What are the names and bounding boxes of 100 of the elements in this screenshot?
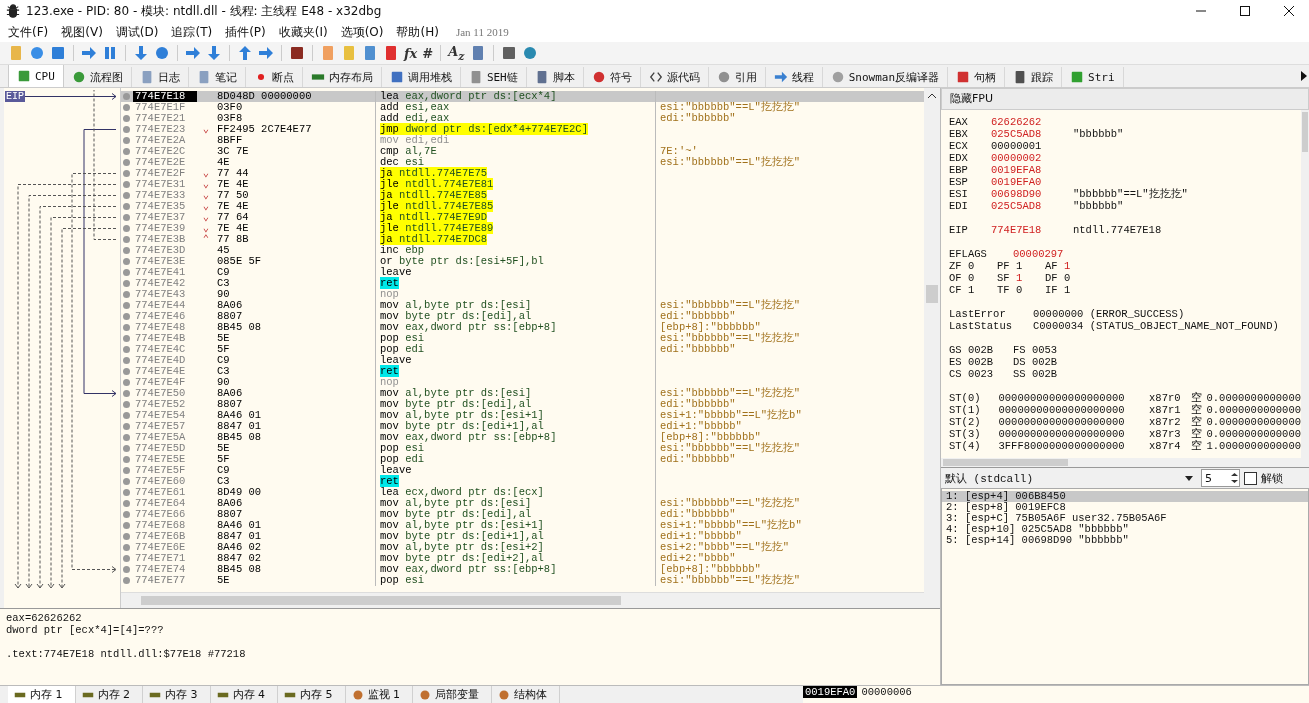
address-cell[interactable]: 774E7E54 (133, 410, 197, 421)
breakpoint-dot-icon[interactable] (123, 93, 130, 100)
scrollbar-thumb[interactable] (943, 459, 1068, 466)
flag-value[interactable]: 1 (1063, 284, 1071, 296)
step-into-icon[interactable] (133, 45, 149, 61)
breakpoint-dot-icon[interactable] (123, 456, 130, 463)
breakpoint-dot-icon[interactable] (123, 412, 130, 419)
stack-address[interactable]: 0019EFA0 (803, 686, 858, 698)
argument-row[interactable]: 4: [esp+10] 025C5AD8 "bbbbbb" (942, 524, 1308, 535)
register-value[interactable]: 00000001 (991, 140, 1073, 152)
register-value[interactable]: 0023 (967, 368, 994, 380)
address-cell[interactable]: 774E7E39 (133, 223, 197, 234)
breakpoint-dot-icon[interactable] (123, 258, 130, 265)
toolbar-button[interactable]: fx (404, 45, 418, 61)
address-cell[interactable]: 774E7E4D (133, 355, 197, 366)
scroll-right-icon[interactable] (1299, 70, 1309, 82)
tab[interactable]: CPU (8, 65, 64, 87)
address-cell[interactable]: 774E7E23 (133, 124, 197, 135)
breakpoint-dot-icon[interactable] (123, 159, 130, 166)
flag-value[interactable]: 0 (1063, 272, 1071, 284)
toolbar-button[interactable]: # (422, 45, 434, 61)
breakpoint-dot-icon[interactable] (123, 137, 130, 144)
breakpoint-dot-icon[interactable] (123, 203, 130, 210)
register-value[interactable]: 00000000000000000000 (998, 428, 1150, 440)
menu-item[interactable]: 选项(O) (340, 23, 384, 41)
address-cell[interactable]: 774E7E5A (133, 432, 197, 443)
scrollbar-thumb[interactable] (141, 596, 621, 605)
address-cell[interactable]: 774E7E6B (133, 531, 197, 542)
register-value[interactable]: 002B (1031, 356, 1058, 368)
breakpoint-dot-icon[interactable] (123, 401, 130, 408)
register-value[interactable]: 00698D90 (991, 188, 1073, 200)
address-cell[interactable]: 774E7E3B (133, 234, 197, 245)
register-value[interactable]: 0053 (1031, 344, 1058, 356)
breakpoint-dot-icon[interactable] (123, 368, 130, 375)
flag-value[interactable]: 0 (1015, 284, 1023, 296)
register-value[interactable]: 00000000000000000000 (998, 416, 1150, 428)
address-cell[interactable]: 774E7E3E (133, 256, 197, 267)
breakpoint-dot-icon[interactable] (123, 104, 130, 111)
breakpoint-dot-icon[interactable] (123, 357, 130, 364)
address-cell[interactable]: 774E7E41 (133, 267, 197, 278)
breakpoint-dot-icon[interactable] (123, 335, 130, 342)
argument-row[interactable]: 2: [esp+8] 0019EFC8 (942, 502, 1308, 513)
tab[interactable]: 局部变量 (413, 686, 492, 703)
breakpoint-dot-icon[interactable] (123, 192, 130, 199)
menu-item[interactable]: 收藏夹(I) (278, 23, 328, 41)
breakpoint-dot-icon[interactable] (123, 225, 130, 232)
argument-count-spinner[interactable]: 5 (1201, 469, 1240, 487)
address-cell[interactable]: 774E7E5E (133, 454, 197, 465)
address-cell[interactable]: 774E7E2E (133, 157, 197, 168)
breakpoint-dot-icon[interactable] (123, 544, 130, 551)
register-value[interactable]: 025C5AD8 (991, 200, 1073, 212)
tab[interactable]: 内存 5 (278, 686, 346, 703)
address-cell[interactable]: 774E7E60 (133, 476, 197, 487)
address-cell[interactable]: 774E7E61 (133, 487, 197, 498)
flag-value[interactable]: 0 (967, 260, 975, 272)
argument-row[interactable]: 5: [esp+14] 00698D90 "bbbbbb" (942, 535, 1308, 546)
address-cell[interactable]: 774E7E2A (133, 135, 197, 146)
vertical-scrollbar[interactable] (924, 88, 940, 608)
argument-row[interactable]: 3: [esp+C] 75B05A6F user32.75B05A6F (942, 513, 1308, 524)
tab[interactable]: 内存 1 (8, 686, 76, 703)
address-cell[interactable]: 774E7E1F (133, 102, 197, 113)
breakpoint-dot-icon[interactable] (123, 445, 130, 452)
flag-value[interactable]: 1 (1063, 260, 1071, 272)
address-cell[interactable]: 774E7E68 (133, 520, 197, 531)
register-value[interactable]: 0019EFA0 (991, 176, 1073, 188)
trace-over-icon[interactable] (206, 45, 222, 61)
breakpoint-dot-icon[interactable] (123, 478, 130, 485)
address-cell[interactable]: 774E7E4E (133, 366, 197, 377)
breakpoint-dot-icon[interactable] (123, 148, 130, 155)
address-cell[interactable]: 774E7E33 (133, 190, 197, 201)
register-value[interactable]: 002B (1031, 368, 1058, 380)
address-cell[interactable]: 774E7E42 (133, 278, 197, 289)
breakpoint-dot-icon[interactable] (123, 324, 130, 331)
address-cell[interactable]: 774E7E48 (133, 322, 197, 333)
address-cell[interactable]: 774E7E71 (133, 553, 197, 564)
run-arrow-icon[interactable] (81, 45, 97, 61)
address-cell[interactable]: 774E7E64 (133, 498, 197, 509)
tab[interactable]: 结构体 (492, 686, 560, 703)
breakpoint-dot-icon[interactable] (123, 555, 130, 562)
toolbar-button[interactable]: A$_{z}$ (448, 43, 465, 63)
breakpoint-dot-icon[interactable] (123, 511, 130, 518)
breakpoint-dot-icon[interactable] (123, 489, 130, 496)
breakpoint-dot-icon[interactable] (123, 302, 130, 309)
argument-row[interactable]: 1: [esp+4] 006B8450 (942, 491, 1308, 502)
breakpoint-dot-icon[interactable] (123, 346, 130, 353)
address-cell[interactable]: 774E7E21 (133, 113, 197, 124)
tab[interactable]: 内存 3 (143, 686, 211, 703)
flag-value[interactable]: 1 (1015, 272, 1023, 284)
breakpoint-dot-icon[interactable] (123, 269, 130, 276)
tab[interactable]: 监视 1 (345, 686, 413, 703)
stop-icon[interactable] (50, 45, 66, 61)
address-cell[interactable]: 774E7E2F (133, 168, 197, 179)
register-value[interactable]: 774E7E18 (991, 224, 1073, 236)
menu-item[interactable]: 文件(F) (8, 23, 49, 41)
trace-into-icon[interactable] (185, 45, 201, 61)
breakpoint-dot-icon[interactable] (123, 280, 130, 287)
step-out-icon[interactable] (237, 45, 253, 61)
breakpoint-dot-icon[interactable] (123, 291, 130, 298)
breakpoint-dot-icon[interactable] (123, 423, 130, 430)
address-cell[interactable]: 774E7E74 (133, 564, 197, 575)
